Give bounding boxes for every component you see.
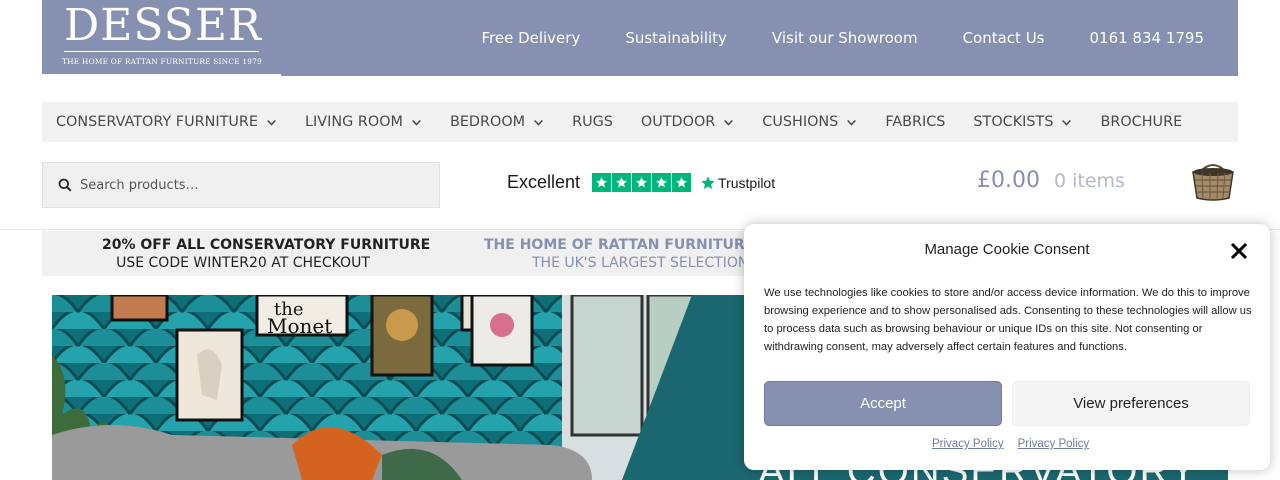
promo-subtitle: USE CODE WINTER20 AT CHECKOUT	[116, 255, 370, 271]
nav-item-label: CUSHIONS	[762, 114, 839, 130]
chevron-down-icon	[412, 119, 421, 126]
trustpilot-widget[interactable]: Excellent Trustpilot	[507, 172, 775, 193]
site-logo[interactable]: DESSER THE HOME OF RATTAN FURNITURE SINC…	[42, 0, 281, 76]
nav-item-bedroom[interactable]: BEDROOM	[450, 114, 544, 130]
promo-discount[interactable]: 20% OFF ALL CONSERVATORY FURNITURE USE C…	[102, 236, 431, 272]
top-link-showroom[interactable]: Visit our Showroom	[772, 29, 918, 47]
nav-item-label: BEDROOM	[449, 114, 526, 130]
view-preferences-button[interactable]: View preferences	[1012, 381, 1250, 426]
cart-count: 0 items	[1053, 170, 1125, 192]
top-link-contact[interactable]: Contact Us	[963, 29, 1045, 47]
logo-tagline: THE HOME OF RATTAN FURNITURE SINCE 1979	[62, 57, 262, 66]
nav-item-cushions[interactable]: CUSHIONS	[762, 114, 857, 130]
logo-rule	[64, 51, 259, 52]
promo-title: 20% OFF ALL CONSERVATORY FURNITURE	[102, 237, 431, 253]
cookie-consent-dialog: Manage Cookie Consent We use technologie…	[744, 224, 1270, 470]
nav-item-label: FABRICS	[885, 114, 946, 130]
search-bar	[42, 162, 440, 208]
basket-icon[interactable]	[1190, 160, 1236, 202]
main-nav: CONSERVATORY FURNITURE LIVING ROOM BEDRO…	[42, 102, 1238, 142]
nav-item-rugs[interactable]: RUGS	[572, 114, 613, 130]
chevron-down-icon	[267, 119, 276, 126]
nav-item-stockists[interactable]: STOCKISTS	[973, 114, 1072, 130]
chevron-down-icon	[1062, 119, 1072, 126]
star-icon	[652, 173, 671, 192]
nav-item-living-room[interactable]: LIVING ROOM	[305, 114, 422, 130]
search-icon[interactable]	[58, 178, 72, 192]
top-links: Free Delivery Sustainability Visit our S…	[481, 0, 1238, 76]
nav-item-label: RUGS	[572, 114, 613, 130]
top-header: DESSER THE HOME OF RATTAN FURNITURE SINC…	[42, 0, 1238, 76]
trustpilot-brand: Trustpilot	[700, 175, 775, 191]
top-link-phone[interactable]: 0161 834 1795	[1089, 29, 1204, 47]
star-icon	[612, 173, 631, 192]
trustpilot-stars	[592, 173, 692, 192]
close-icon[interactable]	[1229, 241, 1249, 261]
star-icon	[632, 173, 651, 192]
chevron-down-icon	[847, 119, 857, 126]
nav-item-brochure[interactable]: BROCHURE	[1100, 114, 1182, 130]
cart-amount: £0.00	[977, 168, 1040, 193]
cookie-dialog-body: We use technologies like cookies to stor…	[764, 287, 1252, 353]
trustpilot-star-icon	[701, 175, 715, 189]
nav-item-conservatory-furniture[interactable]: CONSERVATORY FURNITURE	[56, 114, 277, 130]
top-link-free-delivery[interactable]: Free Delivery	[481, 29, 580, 47]
logo-wordmark: DESSER	[64, 0, 263, 51]
accept-button[interactable]: Accept	[764, 381, 1002, 426]
chevron-down-icon	[534, 119, 543, 126]
star-icon	[672, 173, 691, 192]
top-link-sustainability[interactable]: Sustainability	[625, 29, 727, 47]
cookie-dialog-title: Manage Cookie Consent	[924, 241, 1090, 258]
privacy-policy-link[interactable]: Privacy Policy	[932, 438, 1004, 450]
cookie-links: Privacy Policy Privacy Policy	[932, 438, 1103, 450]
nav-item-label: LIVING ROOM	[305, 114, 403, 130]
svg-text:Monet: Monet	[267, 314, 332, 338]
nav-item-outdoor[interactable]: OUTDOOR	[641, 114, 734, 130]
search-input[interactable]	[80, 177, 400, 193]
chevron-down-icon	[724, 119, 734, 126]
trustpilot-brand-name: Trustpilot	[718, 174, 776, 191]
nav-item-label: BROCHURE	[1100, 114, 1183, 130]
privacy-policy-link[interactable]: Privacy Policy	[1018, 438, 1090, 450]
nav-item-label: OUTDOOR	[640, 114, 716, 130]
nav-item-label: CONSERVATORY FURNITURE	[56, 114, 259, 130]
star-icon	[592, 173, 611, 192]
cart-summary[interactable]: £0.00 0 items	[977, 168, 1125, 193]
nav-item-label: STOCKISTS	[973, 114, 1054, 130]
nav-item-fabrics[interactable]: FABRICS	[885, 114, 945, 130]
trustpilot-rating-label: Excellent	[507, 172, 581, 192]
